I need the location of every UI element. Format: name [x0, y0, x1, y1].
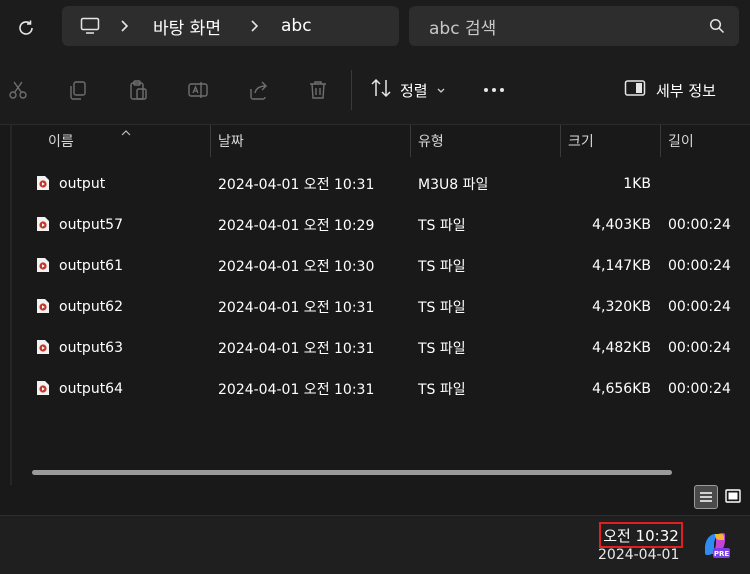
table-row[interactable]: output57 2024-04-01 오전 10:29 TS 파일 4,403…	[0, 204, 750, 245]
file-type: TS 파일	[418, 258, 466, 275]
video-file-icon	[36, 216, 50, 232]
column-header-row: 이름 날짜 유형 크기 길이	[0, 125, 750, 157]
rename-icon[interactable]	[186, 78, 210, 102]
share-icon[interactable]	[246, 78, 270, 102]
chevron-down-icon	[436, 81, 446, 99]
table-row[interactable]: output61 2024-04-01 오전 10:30 TS 파일 4,147…	[0, 245, 750, 286]
column-header-type[interactable]: 유형	[418, 131, 444, 151]
column-header-length[interactable]: 길이	[668, 131, 694, 151]
horizontal-scrollbar[interactable]	[32, 470, 672, 475]
chevron-right-icon[interactable]	[250, 6, 260, 46]
column-divider[interactable]	[210, 125, 211, 157]
sort-button[interactable]: 정렬	[370, 76, 446, 104]
column-header-size[interactable]: 크기	[568, 131, 594, 151]
search-placeholder: abc 검색	[429, 18, 497, 39]
file-type: TS 파일	[418, 299, 466, 316]
clock-date[interactable]: 2024-04-01	[598, 547, 679, 563]
delete-icon[interactable]	[306, 78, 330, 102]
file-length: 00:00:24	[668, 216, 731, 233]
file-size: 4,147KB	[592, 257, 651, 274]
file-list-pane: 이름 날짜 유형 크기 길이 output 2024-04-01 오전 10:3…	[0, 125, 750, 515]
toolbar-divider	[351, 70, 352, 110]
breadcrumb-desktop[interactable]: 바탕 화면	[153, 6, 221, 46]
file-length: 00:00:24	[668, 339, 731, 356]
column-header-name[interactable]: 이름	[48, 131, 74, 151]
file-name: output63	[59, 339, 123, 356]
video-file-icon	[36, 175, 50, 191]
cut-icon[interactable]	[6, 78, 30, 102]
details-view-icon[interactable]	[694, 485, 718, 509]
video-file-icon	[36, 339, 50, 355]
sort-icon	[370, 78, 392, 102]
table-row[interactable]: output64 2024-04-01 오전 10:31 TS 파일 4,656…	[0, 368, 750, 409]
table-row[interactable]: output62 2024-04-01 오전 10:31 TS 파일 4,320…	[0, 286, 750, 327]
video-file-icon	[36, 257, 50, 273]
command-bar: 정렬 세부 정보	[0, 56, 750, 125]
paste-icon[interactable]	[126, 78, 150, 102]
breadcrumb[interactable]: 바탕 화면 abc	[62, 6, 399, 46]
copy-icon[interactable]	[66, 78, 90, 102]
sort-ascending-icon	[120, 125, 132, 141]
computer-icon[interactable]	[80, 6, 100, 46]
column-divider[interactable]	[410, 125, 411, 157]
more-icon[interactable]	[480, 76, 508, 104]
clock-time[interactable]: 오전 10:32	[599, 522, 683, 548]
file-date: 2024-04-01 오전 10:30	[218, 258, 375, 275]
tiles-view-icon[interactable]	[722, 485, 744, 507]
file-date: 2024-04-01 오전 10:31	[218, 340, 375, 357]
file-type: TS 파일	[418, 217, 466, 234]
details-pane-button[interactable]: 세부 정보	[624, 76, 716, 104]
search-icon[interactable]	[709, 18, 725, 34]
file-length: 00:00:24	[668, 380, 731, 397]
details-pane-label: 세부 정보	[656, 81, 716, 100]
copilot-badge: PRE	[714, 550, 730, 558]
file-size: 4,320KB	[592, 298, 651, 315]
video-file-icon	[36, 380, 50, 396]
file-type: TS 파일	[418, 340, 466, 357]
video-file-icon	[36, 298, 50, 314]
file-length: 00:00:24	[668, 257, 731, 274]
file-date: 2024-04-01 오전 10:31	[218, 176, 375, 193]
file-type: TS 파일	[418, 381, 466, 398]
file-date: 2024-04-01 오전 10:31	[218, 381, 375, 398]
view-switcher	[694, 484, 748, 510]
column-divider[interactable]	[660, 125, 661, 157]
address-bar-row: 바탕 화면 abc abc 검색	[0, 0, 750, 56]
search-input[interactable]: abc 검색	[409, 6, 739, 46]
file-name: output61	[59, 257, 123, 274]
file-name: output	[59, 175, 106, 192]
file-size: 4,656KB	[592, 380, 651, 397]
file-name: output57	[59, 216, 123, 233]
table-row[interactable]: output 2024-04-01 오전 10:31 M3U8 파일 1KB	[0, 163, 750, 204]
file-name: output62	[59, 298, 123, 315]
table-row[interactable]: output63 2024-04-01 오전 10:31 TS 파일 4,482…	[0, 327, 750, 368]
file-name: output64	[59, 380, 123, 397]
file-length: 00:00:24	[668, 298, 731, 315]
column-divider[interactable]	[560, 125, 561, 157]
refresh-icon[interactable]	[14, 16, 38, 40]
copilot-icon[interactable]: PRE	[699, 528, 731, 560]
taskbar: 오전 10:32 2024-04-01 PRE	[0, 515, 750, 574]
sort-label: 정렬	[400, 81, 428, 100]
breadcrumb-abc[interactable]: abc	[281, 6, 312, 46]
file-size: 4,403KB	[592, 216, 651, 233]
details-pane-icon	[624, 79, 646, 101]
file-date: 2024-04-01 오전 10:29	[218, 217, 375, 234]
file-size: 4,482KB	[592, 339, 651, 356]
column-header-date[interactable]: 날짜	[218, 131, 244, 151]
chevron-right-icon[interactable]	[120, 6, 130, 46]
file-type: M3U8 파일	[418, 176, 489, 193]
file-date: 2024-04-01 오전 10:31	[218, 299, 375, 316]
file-size: 1KB	[623, 175, 651, 192]
